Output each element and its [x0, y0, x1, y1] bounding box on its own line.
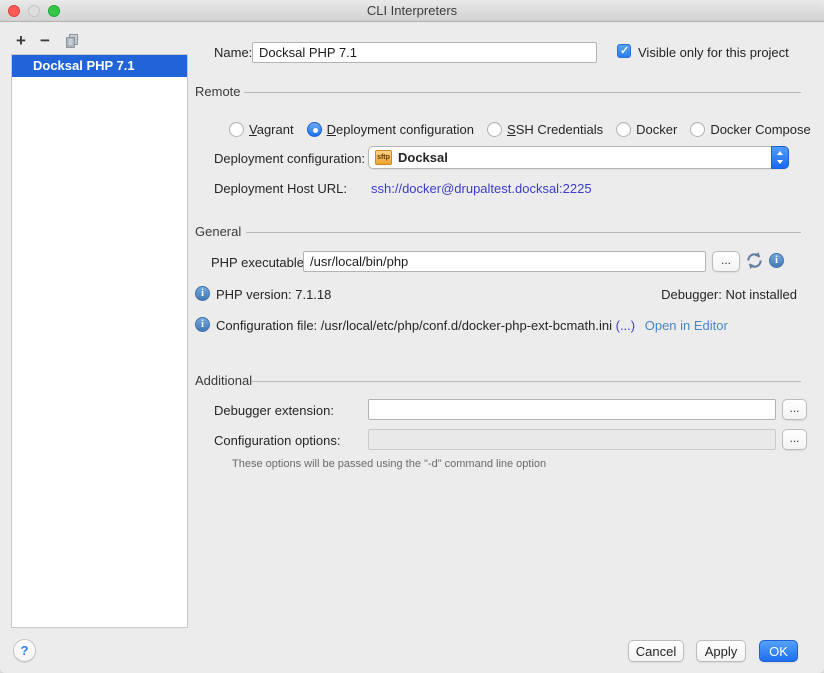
deployment-host-url-label: Deployment Host URL:	[214, 181, 347, 196]
interpreter-list: Docksal PHP 7.1	[11, 54, 188, 628]
configuration-options-browse-button[interactable]: ...	[782, 429, 807, 450]
radio-deployment-configuration-circle[interactable]	[307, 122, 322, 137]
radio-docker[interactable]: Docker	[616, 122, 677, 137]
php-executable-info-icon[interactable]: i	[769, 253, 784, 268]
general-section-divider	[246, 232, 801, 233]
config-file-info-icon: i	[195, 317, 210, 332]
php-version-text: PHP version: 7.1.18	[216, 287, 331, 302]
visible-project-checkbox[interactable]	[617, 44, 631, 58]
radio-docker-circle[interactable]	[616, 122, 631, 137]
open-in-editor-link[interactable]: Open in Editor	[645, 318, 728, 333]
deployment-configuration-value: Docksal	[398, 150, 448, 165]
name-label: Name:	[214, 45, 252, 60]
php-version-info-icon: i	[195, 286, 210, 301]
remote-type-radio-group: Vagrant Deployment configuration SSH Cre…	[229, 119, 824, 139]
cli-interpreters-dialog: CLI Interpreters + − Docksal PHP 7.1 Nam…	[0, 0, 824, 673]
title-bar: CLI Interpreters	[0, 0, 824, 22]
php-executable-label: PHP executable:	[211, 255, 308, 270]
radio-docker-label: Docker	[636, 122, 677, 137]
radio-ssh-credentials-label: SSH Credentials	[507, 122, 603, 137]
remote-section-title: Remote	[195, 84, 241, 99]
additional-section-title: Additional	[195, 373, 252, 388]
php-executable-input[interactable]	[303, 251, 706, 272]
radio-vagrant[interactable]: Vagrant	[229, 122, 294, 137]
visible-project-checkbox-label[interactable]: Visible only for this project	[638, 45, 789, 60]
debugger-extension-label: Debugger extension:	[214, 403, 334, 418]
reload-phpinfo-icon[interactable]	[745, 251, 764, 270]
radio-ssh-credentials-circle[interactable]	[487, 122, 502, 137]
add-interpreter-icon[interactable]: +	[16, 31, 26, 51]
debugger-extension-input[interactable]	[368, 399, 776, 420]
radio-docker-compose[interactable]: Docker Compose	[690, 122, 810, 137]
config-file-text: Configuration file: /usr/local/etc/php/c…	[216, 318, 612, 333]
radio-docker-compose-label: Docker Compose	[710, 122, 810, 137]
radio-vagrant-circle[interactable]	[229, 122, 244, 137]
sftp-server-icon: sftp	[375, 150, 392, 165]
remote-section-divider	[244, 92, 801, 93]
window-title: CLI Interpreters	[0, 0, 824, 22]
deployment-host-url-link[interactable]: ssh://docker@drupaltest.docksal:2225	[371, 181, 592, 196]
deployment-configuration-select[interactable]: sftp Docksal	[368, 146, 789, 169]
name-input[interactable]	[252, 42, 597, 63]
combo-stepper-icon[interactable]	[771, 146, 789, 169]
ok-button[interactable]: OK	[759, 640, 798, 662]
radio-deployment-configuration-label: Deployment configuration	[327, 122, 474, 137]
cancel-button[interactable]: Cancel	[628, 640, 684, 662]
configuration-options-label: Configuration options:	[214, 433, 340, 448]
help-button[interactable]: ?	[13, 639, 36, 662]
debugger-extension-browse-button[interactable]: ...	[782, 399, 807, 420]
radio-ssh-credentials[interactable]: SSH Credentials	[487, 122, 603, 137]
remove-interpreter-icon[interactable]: −	[40, 31, 50, 51]
additional-section-divider	[252, 381, 801, 382]
general-section-title: General	[195, 224, 241, 239]
list-item-docksal-php[interactable]: Docksal PHP 7.1	[12, 55, 187, 77]
php-executable-browse-button[interactable]: ...	[712, 251, 740, 272]
apply-button[interactable]: Apply	[696, 640, 746, 662]
debugger-status-text: Debugger: Not installed	[661, 287, 797, 302]
configuration-options-input	[368, 429, 776, 450]
options-note-text: These options will be passed using the "…	[232, 458, 546, 470]
radio-vagrant-label: Vagrant	[249, 122, 294, 137]
copy-interpreter-icon[interactable]	[64, 33, 80, 49]
deployment-configuration-label: Deployment configuration:	[214, 151, 365, 166]
interpreter-list-toolbar: + −	[16, 31, 80, 51]
radio-deployment-configuration[interactable]: Deployment configuration	[307, 122, 474, 137]
config-file-more-link[interactable]: (...)	[616, 318, 636, 333]
config-file-row: Configuration file: /usr/local/etc/php/c…	[216, 318, 728, 333]
radio-docker-compose-circle[interactable]	[690, 122, 705, 137]
